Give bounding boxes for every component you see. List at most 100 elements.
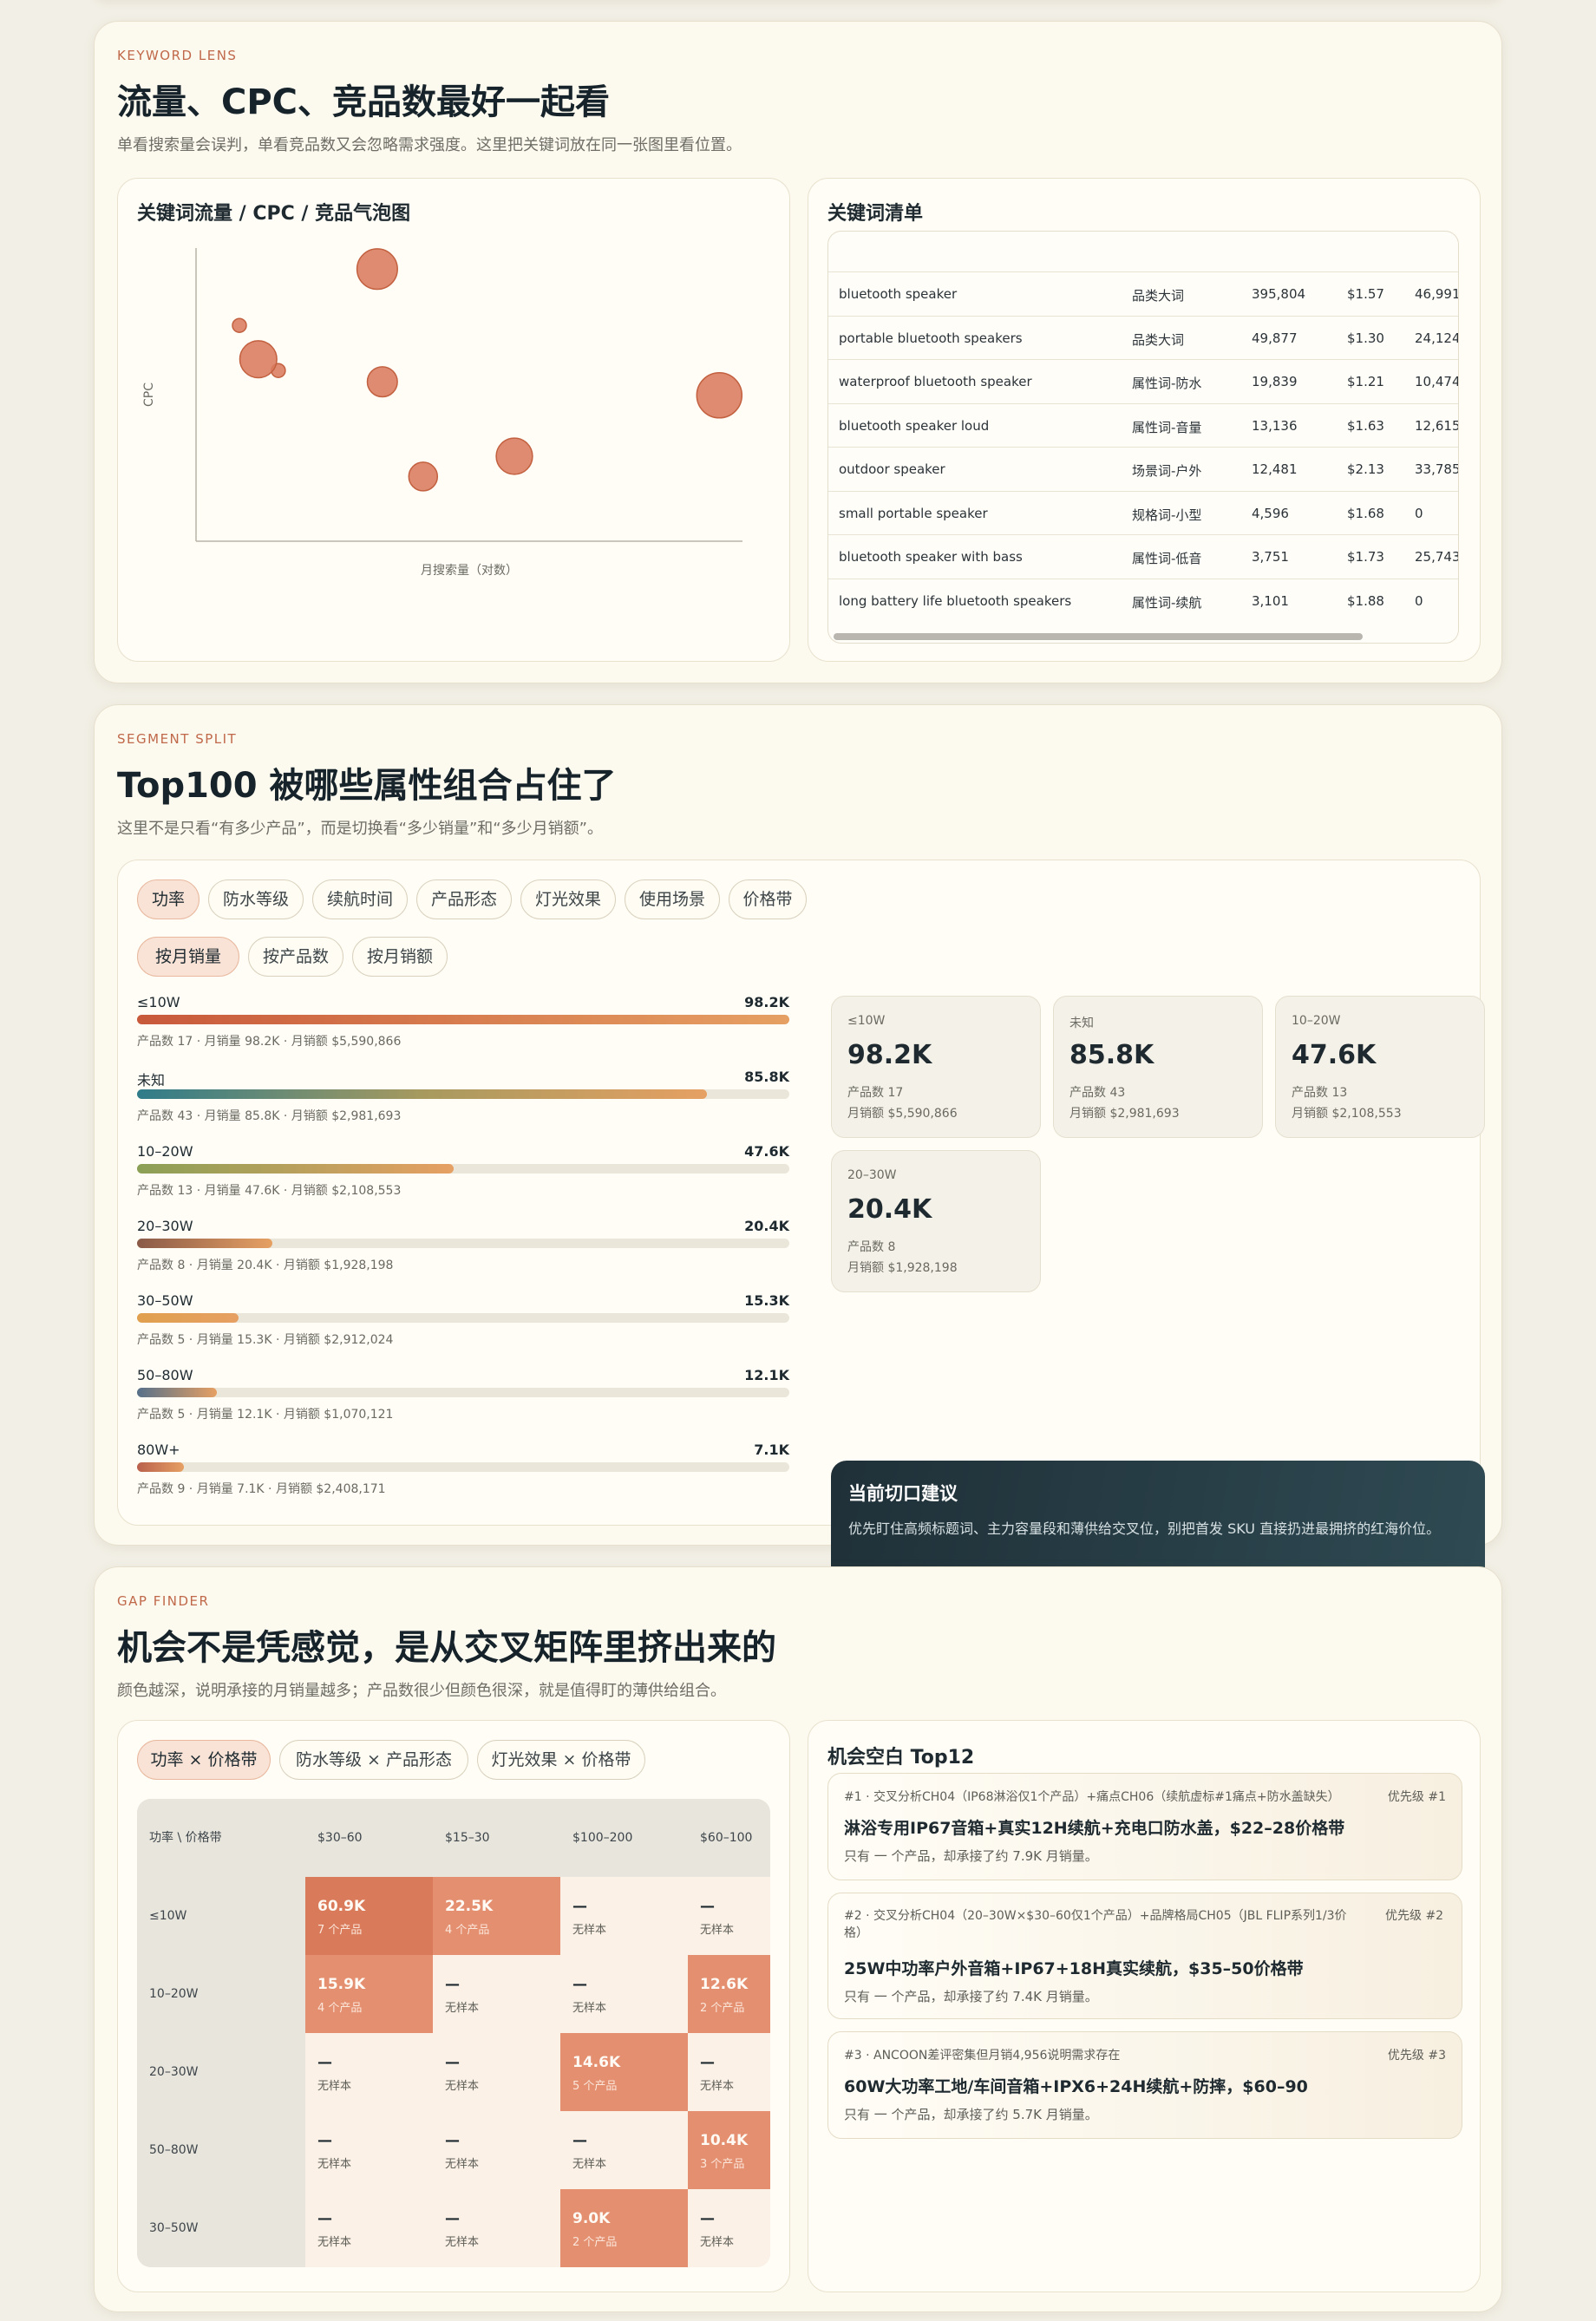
metric-toggle-0[interactable]: 按月销量 [137,937,239,977]
heatmap-cell[interactable]: 9.0K 2 个产品 [560,2189,688,2267]
heatmap-cell[interactable]: 12.6K 2 个产品 [688,1955,770,2033]
opportunity-desc: 只有 一 个产品，却承接了约 7.4K 月销量。 [844,1989,1098,2004]
heatmap-cell-count: 无样本 [572,2158,607,2171]
opportunity-card[interactable]: #2 · 交叉分析CH04（20–30W×$30–60仅1个产品）+品牌格局CH… [827,1893,1462,2019]
tab-segment-4[interactable]: 灯光效果 [520,879,616,919]
heatmap-cell[interactable]: — 无样本 [433,2033,560,2111]
heatmap-cell[interactable]: — 无样本 [688,1877,770,1955]
bar-meta: 产品数 43 · 月销量 85.8K · 月销额 $2,981,693 [137,1109,402,1123]
opportunity-title: 25W中功率户外音箱+IP67+18H真实续航，$35–50价格带 [844,1959,1304,1978]
table-row[interactable]: small portable speaker 规格词-小型 4,596 $1.68 0 [828,490,1458,534]
cell-volume: 3,751 [1252,549,1289,565]
bar-track [137,1462,789,1472]
heatmap-cell[interactable]: 15.9K 4 个产品 [305,1955,433,2033]
heatmap-cell-count: 2 个产品 [572,2236,618,2249]
heatmap-cell[interactable]: 60.9K 7 个产品 [305,1877,433,1955]
bar-meta: 产品数 5 · 月销量 12.1K · 月销额 $1,070,121 [137,1408,394,1422]
cell-keyword: long battery life bluetooth speakers [839,592,1072,609]
heatmap-cell[interactable]: — 无样本 [433,2189,560,2267]
bar-label: 30–50W [137,1292,193,1309]
heatmap-cell[interactable]: — 无样本 [305,2033,433,2111]
cell-competitors: 0 [1415,505,1423,521]
opportunity-title: 60W大功率工地/车间音箱+IPX6+24H续航+防摔，$60–90 [844,2077,1308,2096]
stat-card-label: 10–20W [1292,1014,1341,1028]
section-title: Top100 被哪些属性组合占住了 [117,766,617,806]
keyword-list-title: 关键词清单 [827,203,924,225]
cell-keyword: bluetooth speaker loud [839,417,990,434]
cell-type: 品类大词 [1132,331,1185,348]
heatmap-cell[interactable]: — 无样本 [560,1877,688,1955]
bar-label: 50–80W [137,1367,193,1383]
bar-meta: 产品数 17 · 月销量 98.2K · 月销额 $5,590,866 [137,1035,402,1049]
cell-keyword: bluetooth speaker with bass [839,549,1023,565]
heatmap-column-header: $60–100 [688,1799,770,1877]
bar-fill [137,1015,789,1024]
advice-body: 优先盯住高频标题词、主力容量段和薄供给交叉位，别把首发 SKU 直接扔进最拥挤的… [848,1520,1441,1537]
bar-meta: 产品数 5 · 月销量 15.3K · 月销额 $2,912,024 [137,1333,394,1347]
table-row[interactable]: portable bluetooth speakers 品类大词 49,877 $1.… [828,315,1458,359]
heatmap-cell[interactable]: — 无样本 [560,1955,688,2033]
tab-matrix-2[interactable]: 灯光效果 × 价格带 [477,1740,645,1780]
stat-card-value: 85.8K [1069,1040,1154,1070]
tab-segment-2[interactable]: 续航时间 [312,879,408,919]
heatmap-cell-value: 9.0K [572,2210,611,2227]
metric-toggle-1[interactable]: 按产品数 [248,937,343,977]
heatmap-cell[interactable]: — 无样本 [305,2189,433,2267]
heatmap-cell[interactable]: — 无样本 [560,2111,688,2189]
stat-card-revenue: 月销额 $5,590,866 [847,1107,958,1121]
table-row[interactable]: bluetooth speaker loud 属性词-音量 13,136 $1.63 1… [828,402,1458,447]
heatmap-panel: 功率 × 价格带 防水等级 × 产品形态 灯光效果 × 价格带 功率 \ 价格带 $3… [117,1720,790,2292]
stat-card-count: 产品数 13 [1292,1086,1348,1100]
cell-competitors: 46,991 [1415,286,1459,302]
cell-volume: 4,596 [1252,505,1289,521]
section-eyebrow: GAP FINDER [117,1593,210,1609]
heatmap-cell[interactable]: 10.4K 3 个产品 [688,2111,770,2189]
bar-fill [137,1164,454,1174]
heatmap-cell[interactable]: — 无样本 [305,2111,433,2189]
heatmap-cell-count: 无样本 [700,2236,735,2249]
heatmap-cell-value: 22.5K [445,1898,494,1915]
bubble-chart-panel: 关键词流量 / CPC / 竞品气泡图 月搜索量（对数） CPC [117,178,790,662]
heatmap-cell[interactable]: — 无样本 [433,2111,560,2189]
table-row[interactable]: waterproof bluetooth speaker 属性词-防水 19,839… [828,359,1458,402]
heatmap-cell-count: 无样本 [445,2236,480,2249]
heatmap-cell-count: 7 个产品 [317,1924,363,1937]
opportunity-panel: 机会空白 Top12 #1 · 交叉分析CH04（IP68淋浴仅1个产品）+痛点… [808,1720,1481,2292]
bar-meta: 产品数 13 · 月销量 47.6K · 月销额 $2,108,553 [137,1184,402,1198]
cell-keyword: portable bluetooth speakers [839,330,1023,346]
heatmap-cell[interactable]: 14.6K 5 个产品 [560,2033,688,2111]
heatmap-cell-value: 10.4K [700,2132,749,2149]
heatmap-cell-count: 4 个产品 [317,2002,363,2015]
heatmap-cell-value: — [445,2132,460,2149]
table-row[interactable]: bluetooth speaker with bass 属性词-低音 3,751 $1… [828,534,1458,578]
heatmap-cell[interactable]: 22.5K 4 个产品 [433,1877,560,1955]
cell-type: 规格词-小型 [1132,507,1202,523]
table-row[interactable]: outdoor speaker 场景词-户外 12,481 $2.13 33,785 [828,447,1458,490]
cell-competitors: 0 [1415,592,1423,609]
bar-value: 20.4K [744,1218,789,1234]
opportunity-card[interactable]: #3 · ANCOON差评密集但月销4,956说明需求存在 优先级 #3 60W大功… [827,2031,1462,2139]
metric-toggle-2[interactable]: 按月销额 [352,937,448,977]
keyword-table[interactable]: bluetooth speaker 品类大词 395,804 $1.57 46,991 p… [827,231,1459,644]
cell-type: 品类大词 [1132,288,1185,304]
bubble-point [495,437,533,475]
cell-cpc: $1.57 [1347,286,1384,302]
table-horizontal-scrollbar[interactable] [834,633,1363,640]
opportunity-meta: #3 · ANCOON差评密集但月销4,956说明需求存在 [844,2049,1121,2063]
tab-matrix-1[interactable]: 防水等级 × 产品形态 [279,1740,468,1780]
tab-segment-3[interactable]: 产品形态 [416,879,512,919]
tab-segment-5[interactable]: 使用场景 [625,879,720,919]
tab-segment-0[interactable]: 功率 [137,879,200,919]
tab-segment-1[interactable]: 防水等级 [208,879,304,919]
heatmap-cell[interactable]: — 无样本 [688,2189,770,2267]
bar-label: 20–30W [137,1218,193,1234]
opportunity-card[interactable]: #1 · 交叉分析CH04（IP68淋浴仅1个产品）+痛点CH06（续航虚标#1… [827,1773,1462,1880]
heatmap-cell[interactable]: — 无样本 [688,2033,770,2111]
heatmap-cell-count: 无样本 [445,2158,480,2171]
table-row[interactable]: bluetooth speaker 品类大词 395,804 $1.57 46,991 [828,271,1459,315]
tab-segment-6[interactable]: 价格带 [729,879,807,919]
heatmap-cell[interactable]: — 无样本 [433,1955,560,2033]
tab-matrix-0[interactable]: 功率 × 价格带 [137,1740,271,1780]
table-row[interactable]: long battery life bluetooth speakers 属性词-… [828,578,1458,622]
section-eyebrow: SEGMENT SPLIT [117,731,238,747]
